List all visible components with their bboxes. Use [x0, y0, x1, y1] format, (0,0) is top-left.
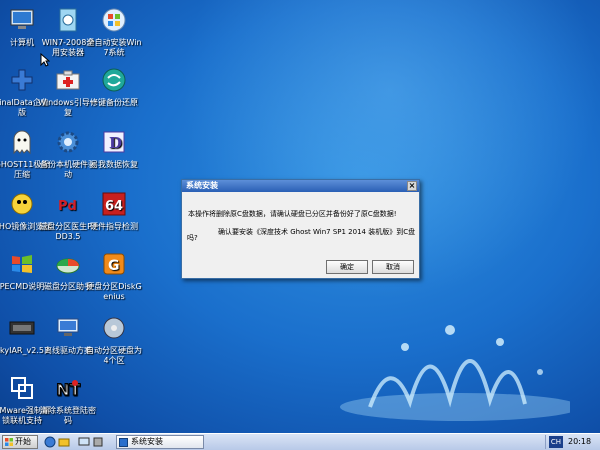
dialog-body: 本操作将删除原C盘数据，请确认硬盘已分区并备份好了原C盘数据! — [182, 192, 419, 219]
gear-icon — [52, 126, 84, 158]
vmware-icon — [6, 372, 38, 404]
diskgenius-icon: G — [98, 248, 130, 280]
gho-browser-icon — [6, 188, 38, 220]
icon-label: 易我数据恢复 — [90, 160, 138, 169]
desktop-icon-clear-password[interactable]: NT 清除系统登陆密码 — [38, 372, 98, 426]
quicklaunch-browser-icon[interactable] — [44, 436, 56, 448]
dialog-confirm-suffix: 吗? — [187, 234, 198, 242]
start-label: 开始 — [15, 437, 31, 446]
mouse-cursor-icon — [40, 53, 50, 67]
cancel-button[interactable]: 取消 — [372, 260, 414, 274]
auto-partition-icon — [98, 312, 130, 344]
dialog-title-bar[interactable]: 系统安装 × — [182, 180, 419, 192]
dialog-confirm-text: 确认要安装《深度技术 Ghost Win7 SP1 2014 装机版》到C盘 — [218, 228, 416, 236]
offline-driver-icon — [52, 312, 84, 344]
pecmd-icon — [6, 248, 38, 280]
icon-label: 清除系统登陆密码 — [40, 406, 96, 425]
data-recovery-icon: D — [98, 126, 130, 158]
desktop-icon-auto-partition[interactable]: 自动分区硬盘为4个区 — [84, 312, 144, 366]
icon-label: 硬件指导检测 — [90, 222, 138, 231]
dialog-title: 系统安装 — [186, 181, 218, 190]
taskbar: 开始 系统安装 CH 20:18 — [0, 433, 600, 450]
system-install-dialog: 系统安装 × 本操作将删除原C盘数据，请确认硬盘已分区并备份好了原C盘数据! 确… — [181, 179, 420, 279]
windows-logo-icon — [5, 438, 13, 446]
ok-button[interactable]: 确定 — [326, 260, 368, 274]
desktop-icon-diskgenius[interactable]: G 硬盘分区DiskGenius — [84, 248, 144, 302]
icon-label: 硬盘分区DiskGenius — [86, 282, 142, 301]
ptdd-icon: Pd — [52, 188, 84, 220]
windows-logo-icon — [98, 4, 130, 36]
ghost-icon — [6, 126, 38, 158]
partition-assistant-icon — [52, 248, 84, 280]
clear-password-icon: NT — [52, 372, 84, 404]
backup-restore-icon — [98, 64, 130, 96]
start-button[interactable]: 开始 — [2, 435, 38, 449]
svg-text:D: D — [109, 134, 122, 152]
task-app-icon — [119, 438, 128, 447]
finaldata-icon — [6, 64, 38, 96]
svg-text:G: G — [108, 258, 120, 274]
icon-label: 全自动安装Win7系统 — [86, 38, 142, 57]
computer-icon — [6, 4, 38, 36]
clock[interactable]: 20:18 — [568, 434, 591, 449]
quicklaunch-computer-icon[interactable] — [78, 436, 90, 448]
task-label: 系统安装 — [131, 437, 163, 446]
desktop-icon-auto-install-win7[interactable]: 全自动安装Win7系统 — [84, 4, 144, 58]
svg-text:Pd: Pd — [58, 199, 77, 214]
close-button[interactable]: × — [407, 181, 417, 191]
dialog-warning-text: 本操作将删除原C盘数据，请确认硬盘已分区并备份好了原C盘数据! — [188, 210, 397, 218]
hw-64-icon: 64 — [98, 188, 130, 220]
first-aid-kit-icon — [52, 64, 84, 96]
water-splash-wallpaper — [340, 325, 570, 421]
desktop-icon-hardware-detect[interactable]: 64 硬件指导检测 — [84, 188, 144, 232]
desktop-icon-one-key-backup[interactable]: 一键备份还原 — [84, 64, 144, 108]
quicklaunch-tool-icon[interactable] — [92, 436, 104, 448]
icon-label: 自动分区硬盘为4个区 — [86, 346, 142, 365]
taskbar-task-system-install[interactable]: 系统安装 — [116, 435, 204, 449]
quicklaunch-folder-icon[interactable] — [58, 436, 70, 448]
installer-disk-icon — [52, 4, 84, 36]
desktop-icon-easeus-recovery[interactable]: D 易我数据恢复 — [84, 126, 144, 170]
svg-text:64: 64 — [105, 199, 123, 214]
icon-label: 一键备份还原 — [90, 98, 138, 107]
input-method-indicator[interactable]: CH — [549, 436, 563, 448]
skyiar-icon — [6, 312, 38, 344]
